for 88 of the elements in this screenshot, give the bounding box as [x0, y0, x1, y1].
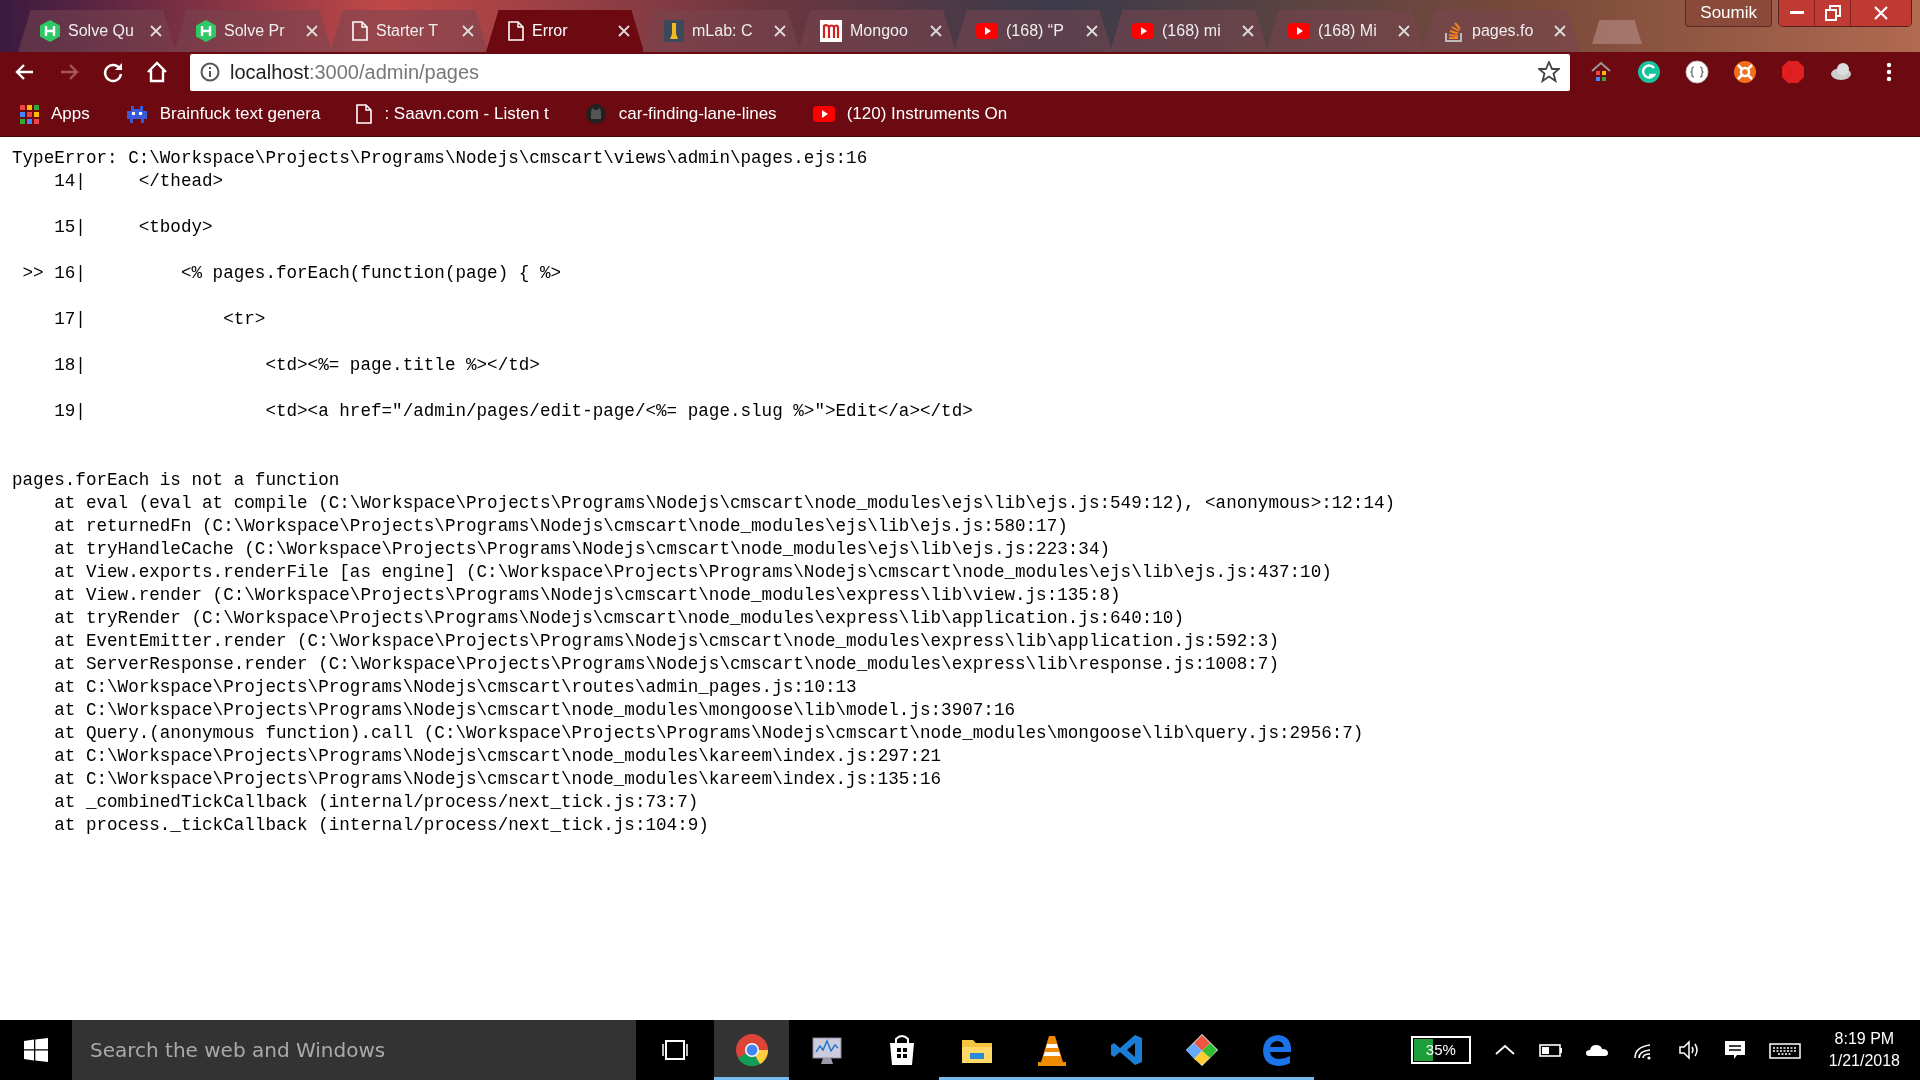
close-icon[interactable] — [306, 25, 318, 37]
tab[interactable]: Solve Pr — [174, 10, 332, 52]
task-view-icon[interactable] — [660, 1039, 690, 1061]
error-message: pages.forEach is not a function — [12, 469, 341, 492]
page-icon — [356, 104, 373, 124]
source-line: >> 16| <% pages.forEach(function(page) { %> — [21, 262, 562, 285]
profile-button[interactable]: Soumik — [1685, 0, 1772, 27]
close-icon[interactable] — [150, 25, 162, 37]
play-icon — [976, 23, 998, 39]
source-line: 19| <td><a href="/admin/pages/edit-page/<%= page.slug %>">Edit</a></td> — [53, 400, 974, 423]
stack-line: at Query.(anonymous function).call (C:\Workspace\Projects\Programs\Nodejs\cmscart\node_modules\mongoose\lib\query.js:2956:7) — [53, 722, 1365, 745]
bookmark-link[interactable]: Brainfuck text genera — [119, 102, 327, 126]
diamond-icon[interactable] — [1183, 1031, 1220, 1068]
chrome-icon[interactable] — [733, 1031, 770, 1068]
stack-line: at C:\Workspace\Projects\Programs\Nodejs\cmscart\routes\admin_pages.js:10:13 — [53, 676, 858, 699]
flask-icon — [664, 20, 684, 42]
stack-line: at View.exports.renderFile [as engine] (C:\Workspace\Projects\Programs\Nodejs\cmscart\node_modules\ejs\lib\ejs.js:437:10) — [53, 561, 1333, 584]
close-icon[interactable] — [1554, 25, 1566, 37]
stack-line: at View.render (C:\Workspace\Projects\Programs\Nodejs\cmscart\node_modules\express\lib\view.js:135:8) — [53, 584, 1122, 607]
star-icon[interactable] — [1538, 61, 1560, 83]
stack-line: at C:\Workspace\Projects\Programs\Nodejs\cmscart\node_modules\kareem\index.js:297:21 — [53, 745, 943, 768]
tab[interactable]: Solve Qu — [18, 10, 176, 52]
lifebuoy-icon[interactable] — [1733, 60, 1757, 84]
adblock-icon[interactable] — [1781, 60, 1805, 84]
url-text: localhost:3000/admin/pages — [230, 60, 481, 84]
source-line: 14| </thead> — [53, 170, 225, 193]
hexagon-icon — [40, 20, 60, 42]
bookmark-link[interactable]: (120) Instruments On — [806, 103, 1014, 125]
clock-time: 8:19 PM — [1834, 1030, 1895, 1048]
close-icon[interactable] — [618, 25, 630, 37]
windows-logo-icon[interactable] — [24, 1038, 48, 1062]
source-line: 18| <td><%= page.title %></td> — [53, 354, 541, 377]
restore-icon[interactable] — [1824, 5, 1841, 21]
stack-line: at C:\Workspace\Projects\Programs\Nodejs\cmscart\node_modules\kareem\index.js:135:16 — [53, 768, 943, 791]
close-icon[interactable] — [1242, 25, 1254, 37]
stack-icon — [1444, 20, 1464, 42]
restore-button[interactable] — [1815, 0, 1851, 26]
tab[interactable]: Error — [486, 10, 644, 52]
hexagon-icon — [196, 20, 216, 42]
apps-grid-icon — [20, 104, 39, 124]
tab[interactable]: (168) mi — [1110, 10, 1268, 52]
stack-line: at tryHandleCache (C:\Workspace\Projects\Programs\Nodejs\cmscart\node_modules\ejs\lib\ejs.js:223:34) — [53, 538, 1112, 561]
error-heading: TypeError: C:\Workspace\Projects\Programs\Nodejs\cmscart\views\admin\pages.ejs:16 — [12, 147, 869, 170]
stack-line: at _combinedTickCallback (internal/process/next_tick.js:73:7) — [53, 791, 700, 814]
close-icon[interactable] — [462, 25, 474, 37]
tab[interactable]: Starter T — [330, 10, 488, 52]
stack-line: at eval (eval at compile (C:\Workspace\Projects\Programs\Nodejs\cmscart\node_modules\ejs\lib\ejs.js:549:12), <anonymous>:12:14) — [53, 492, 1397, 515]
play-icon — [812, 106, 835, 122]
page-icon — [352, 21, 368, 41]
circle-g-icon[interactable] — [1637, 60, 1661, 84]
stack-line: at returnedFn (C:\Workspace\Projects\Programs\Nodejs\cmscart\node_modules\ejs\lib\ejs.js:580:17) — [53, 515, 1069, 538]
play-icon — [1288, 23, 1310, 39]
tab[interactable]: mLab: C — [642, 10, 800, 52]
clock-date: 1/21/2018 — [1828, 1052, 1900, 1070]
taskbar-app-button[interactable] — [714, 1020, 789, 1080]
m-logo-icon — [820, 20, 842, 42]
minimize-icon[interactable] — [1789, 11, 1804, 15]
address-bar[interactable]: localhost:3000/admin/pages — [190, 53, 1570, 91]
house-icon[interactable] — [1589, 60, 1613, 84]
close-icon[interactable] — [774, 25, 786, 37]
tab[interactable]: pages.fo — [1422, 10, 1580, 52]
search-field[interactable]: Search the web and Windows — [72, 1020, 636, 1080]
tab[interactable]: (168) Mi — [1266, 10, 1424, 52]
play-icon — [1132, 23, 1154, 39]
bookmark-link[interactable]: Apps — [14, 103, 96, 125]
close-icon[interactable] — [1398, 25, 1410, 37]
speaker-icon[interactable] — [1676, 1038, 1701, 1062]
stack-line: at EventEmitter.render (C:\Workspace\Projects\Programs\Nodejs\cmscart\node_modules\express\lib\application.js:592:3) — [53, 630, 1280, 653]
invader-icon — [125, 103, 148, 125]
stack-line: at ServerResponse.render (C:\Workspace\Projects\Programs\Nodejs\cmscart\node_modules\express\lib\response.js:1008:7) — [53, 653, 1280, 676]
tab[interactable]: (168) “P — [954, 10, 1112, 52]
info-icon — [200, 62, 220, 82]
stack-line: at C:\Workspace\Projects\Programs\Nodejs\cmscart\node_modules\mongoose\lib\model.js:3907:16 — [53, 699, 1016, 722]
source-line: 15| <tbody> — [53, 216, 214, 239]
close-button[interactable] — [1851, 0, 1911, 26]
octocat-icon — [584, 103, 607, 125]
braces-icon[interactable] — [1685, 60, 1709, 84]
page-icon — [508, 21, 524, 41]
source-line: 17| <tr> — [53, 308, 267, 331]
bookmark-link[interactable]: car-finding-lane-lines — [578, 102, 783, 126]
tab[interactable]: Mongoo — [798, 10, 956, 52]
minimize-button[interactable] — [1779, 0, 1815, 26]
stack-line: at process._tickCallback (internal/process/next_tick.js:104:9) — [53, 814, 710, 837]
bookmark-link[interactable]: : Saavn.com - Listen t — [350, 103, 555, 125]
stack-line: at tryRender (C:\Workspace\Projects\Programs\Nodejs\cmscart\node_modules\express\lib\application.js:640:10) — [53, 607, 1185, 630]
close-icon[interactable] — [1086, 25, 1098, 37]
home-icon[interactable] — [145, 60, 169, 84]
close-icon[interactable] — [930, 25, 942, 37]
